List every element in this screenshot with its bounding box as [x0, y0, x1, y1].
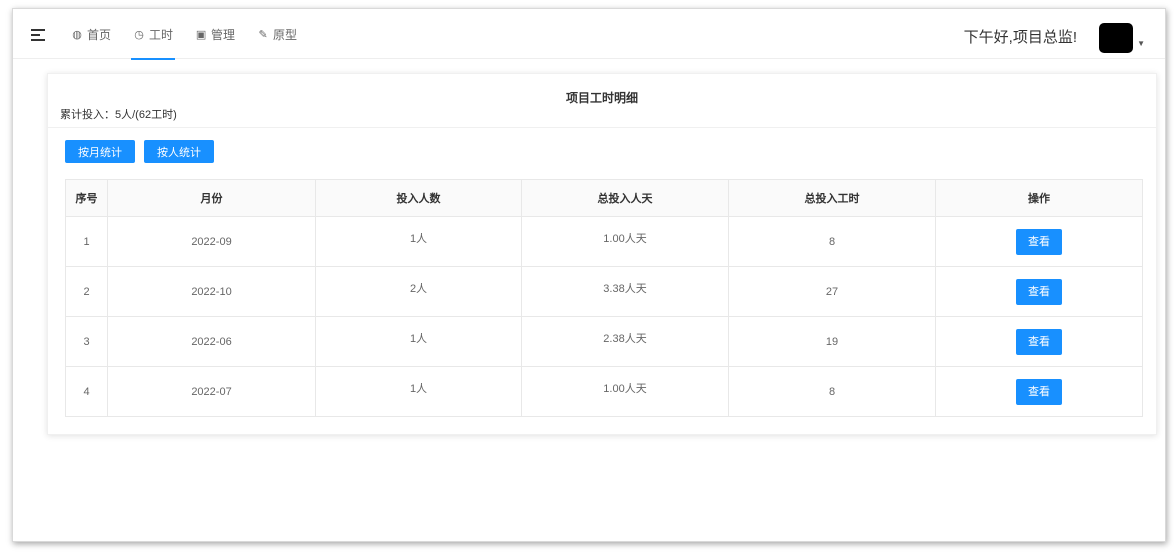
column-header: 总投入人天	[521, 179, 729, 217]
hours-cell: 27	[728, 266, 936, 317]
nav-item-label: 管理	[211, 27, 236, 42]
month-cell: 2022-07	[107, 366, 316, 417]
hours-cell: 8	[728, 366, 936, 417]
nav-item-home[interactable]: ◍ 首页	[69, 9, 113, 59]
nav-item-label: 原型	[273, 27, 298, 42]
view-button[interactable]: 查看	[1016, 378, 1062, 405]
hours-cell: 19	[728, 316, 936, 367]
month-cell: 2022-09	[107, 216, 316, 267]
nav-item-prototype[interactable]: ✎ 原型	[255, 9, 299, 59]
view-button[interactable]: 查看	[1016, 328, 1062, 355]
menu-fold-icon[interactable]	[31, 29, 45, 41]
nav-item-label: 工时	[149, 27, 174, 42]
caret-down-icon[interactable]: ▼	[1137, 39, 1145, 48]
by-person-button[interactable]: 按人统计	[144, 140, 214, 163]
greeting-text: 下午好,项目总监!	[963, 29, 1077, 46]
worktime-table: 序号 月份 投入人数 总投入人天 总投入工时 操作 1 2022-09 1人 1…	[65, 179, 1143, 417]
person-days-cell: 1.00人天	[521, 366, 729, 417]
table-row: 1 2022-09 1人 1.00人天 8 查看	[65, 216, 1143, 267]
person-days-cell: 3.38人天	[521, 266, 729, 317]
card-title: 项目工时明细	[565, 91, 638, 105]
clock-icon: ◷	[134, 28, 144, 41]
people-cell: 1人	[315, 316, 522, 367]
people-cell: 1人	[315, 216, 522, 267]
summary-text: 累计投入：5人/(62工时)	[60, 109, 177, 121]
table-row: 3 2022-06 1人 2.38人天 19 查看	[65, 316, 1143, 367]
worktime-detail-card: 项目工时明细 累计投入：5人/(62工时) 按月统计 按人统计 序号 月份 投入…	[47, 73, 1157, 435]
stat-button-row: 按月统计 按人统计	[65, 140, 223, 163]
column-header: 月份	[107, 179, 316, 217]
nav-item-worktime[interactable]: ◷ 工时	[131, 9, 176, 60]
row-number: 3	[65, 316, 108, 367]
edit-icon: ✎	[258, 28, 268, 41]
hours-cell: 8	[728, 216, 936, 267]
table-header-row: 序号 月份 投入人数 总投入人天 总投入工时 操作	[65, 179, 1143, 217]
nav-item-label: 首页	[87, 27, 112, 42]
view-button[interactable]: 查看	[1016, 228, 1062, 255]
person-days-cell: 1.00人天	[521, 216, 729, 267]
person-days-cell: 2.38人天	[521, 316, 729, 367]
action-cell: 查看	[935, 366, 1143, 417]
row-number: 1	[65, 216, 108, 267]
column-header: 操作	[935, 179, 1143, 217]
avatar[interactable]	[1099, 23, 1133, 53]
month-cell: 2022-06	[107, 316, 316, 367]
people-cell: 2人	[315, 266, 522, 317]
card-header: 项目工时明细 累计投入：5人/(62工时)	[48, 74, 1156, 128]
view-button[interactable]: 查看	[1016, 278, 1062, 305]
table-row: 2 2022-10 2人 3.38人天 27 查看	[65, 266, 1143, 317]
row-number: 4	[65, 366, 108, 417]
action-cell: 查看	[935, 316, 1143, 367]
action-cell: 查看	[935, 216, 1143, 267]
manage-icon: ▣	[195, 28, 207, 41]
column-header: 投入人数	[315, 179, 522, 217]
people-cell: 1人	[315, 366, 522, 417]
main-nav: ◍ 首页 ◷ 工时 ▣ 管理 ✎ 原型	[69, 9, 317, 60]
row-number: 2	[65, 266, 108, 317]
table-row: 4 2022-07 1人 1.00人天 8 查看	[65, 366, 1143, 417]
app-window: ◍ 首页 ◷ 工时 ▣ 管理 ✎ 原型 下午好,项目总监! ▼ 项目工时明细 累…	[12, 8, 1166, 542]
nav-item-manage[interactable]: ▣ 管理	[193, 9, 237, 59]
by-month-button[interactable]: 按月统计	[65, 140, 135, 163]
dashboard-icon: ◍	[72, 28, 82, 41]
month-cell: 2022-10	[107, 266, 316, 317]
column-header: 总投入工时	[728, 179, 936, 217]
top-nav-bar: ◍ 首页 ◷ 工时 ▣ 管理 ✎ 原型 下午好,项目总监! ▼	[13, 9, 1165, 60]
action-cell: 查看	[935, 266, 1143, 317]
column-header: 序号	[65, 179, 108, 217]
